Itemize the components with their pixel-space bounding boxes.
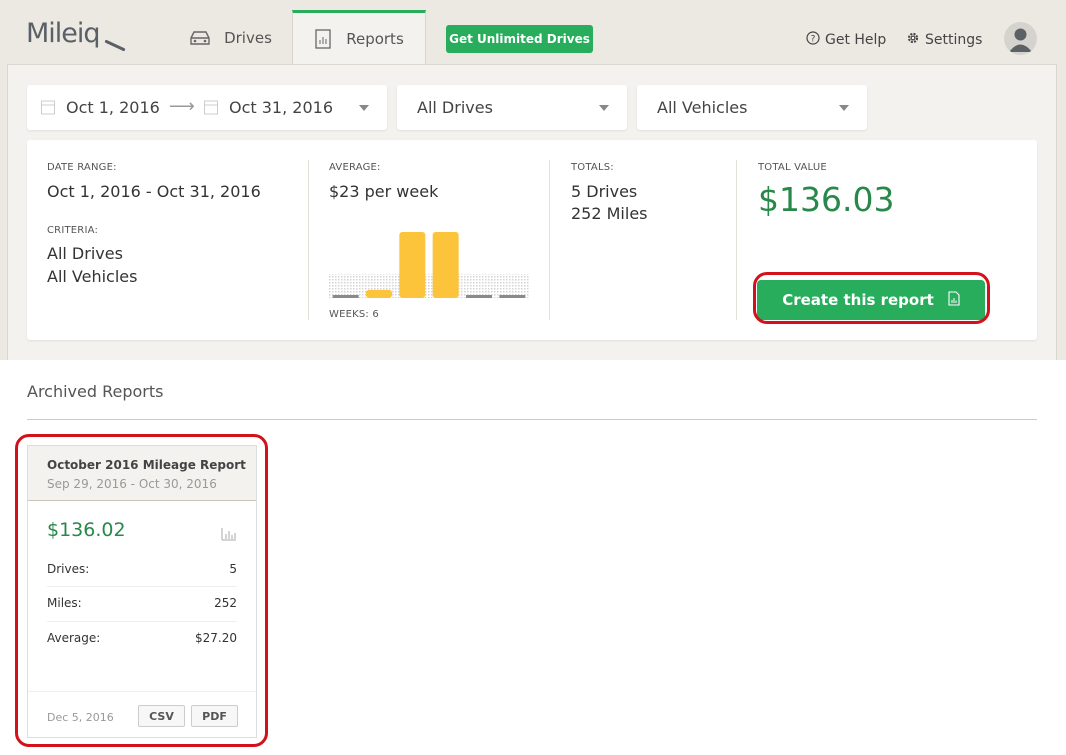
- tab-drives-label: Drives: [224, 28, 272, 47]
- create-report-highlight: [753, 272, 990, 324]
- criteria-label: CRITERIA:: [47, 225, 99, 236]
- help-label: Get Help: [825, 32, 887, 48]
- totals-label: TOTALS:: [571, 162, 614, 173]
- gear-icon: [906, 31, 920, 49]
- weekly-bar-chart: [329, 232, 529, 298]
- archived-divider: [27, 419, 1037, 420]
- date-range-value: Oct 1, 2016 - Oct 31, 2016: [47, 182, 261, 201]
- svg-text:?: ?: [811, 35, 816, 45]
- mileiq-logo[interactable]: Mileiq: [26, 18, 101, 49]
- arrow-right-icon: ⟶: [169, 96, 195, 117]
- total-drives: 5 Drives: [571, 182, 638, 201]
- settings-link[interactable]: Settings: [906, 31, 982, 49]
- total-miles: 252 Miles: [571, 204, 648, 223]
- divider: [549, 160, 550, 320]
- date-range-picker[interactable]: Oct 1, 2016 ⟶ Oct 31, 2016: [27, 85, 387, 130]
- tab-reports-label: Reports: [346, 30, 404, 48]
- criteria-vehicles: All Vehicles: [47, 267, 138, 286]
- end-date[interactable]: Oct 31, 2016: [229, 98, 333, 117]
- divider: [308, 160, 309, 320]
- drives-filter-value: All Drives: [417, 98, 493, 117]
- date-range-label: DATE RANGE:: [47, 162, 117, 173]
- chart-bar-w3: [399, 232, 426, 298]
- average-label: AVERAGE:: [329, 162, 381, 173]
- chart-bar-w2: [366, 289, 392, 298]
- chevron-down-icon: [599, 105, 609, 111]
- total-value: $136.03: [758, 180, 895, 219]
- chevron-down-icon: [359, 105, 369, 111]
- vehicles-filter-select[interactable]: All Vehicles: [637, 85, 867, 130]
- vehicles-filter-value: All Vehicles: [657, 98, 748, 117]
- start-date[interactable]: Oct 1, 2016: [66, 98, 160, 117]
- calendar-icon: [41, 99, 55, 119]
- chart-bar-w6: [499, 295, 526, 298]
- chart-bar-w1: [332, 295, 359, 298]
- chart-bar-w4: [432, 232, 459, 298]
- chevron-down-icon: [839, 105, 849, 111]
- help-icon: ?: [806, 31, 820, 49]
- drives-filter-select[interactable]: All Drives: [397, 85, 627, 130]
- total-value-label: TOTAL VALUE: [758, 162, 827, 173]
- chart-grid-band: [329, 274, 529, 298]
- car-icon: [188, 29, 212, 47]
- tab-drives[interactable]: Drives: [170, 10, 290, 65]
- criteria-drives: All Drives: [47, 244, 123, 263]
- tab-reports[interactable]: Reports: [292, 10, 426, 65]
- divider: [736, 160, 737, 320]
- get-unlimited-drives-button[interactable]: Get Unlimited Drives: [446, 25, 593, 53]
- avatar[interactable]: [1004, 22, 1037, 55]
- archived-reports-title: Archived Reports: [27, 382, 164, 401]
- get-help-link[interactable]: ? Get Help: [806, 31, 886, 49]
- archived-report-highlight: [15, 434, 268, 747]
- average-value: $23 per week: [329, 182, 439, 201]
- report-icon: [314, 29, 332, 49]
- chart-bar-w5: [466, 295, 492, 298]
- calendar-icon: [204, 99, 218, 119]
- settings-label: Settings: [925, 32, 983, 48]
- weeks-label: WEEKS: 6: [329, 309, 379, 320]
